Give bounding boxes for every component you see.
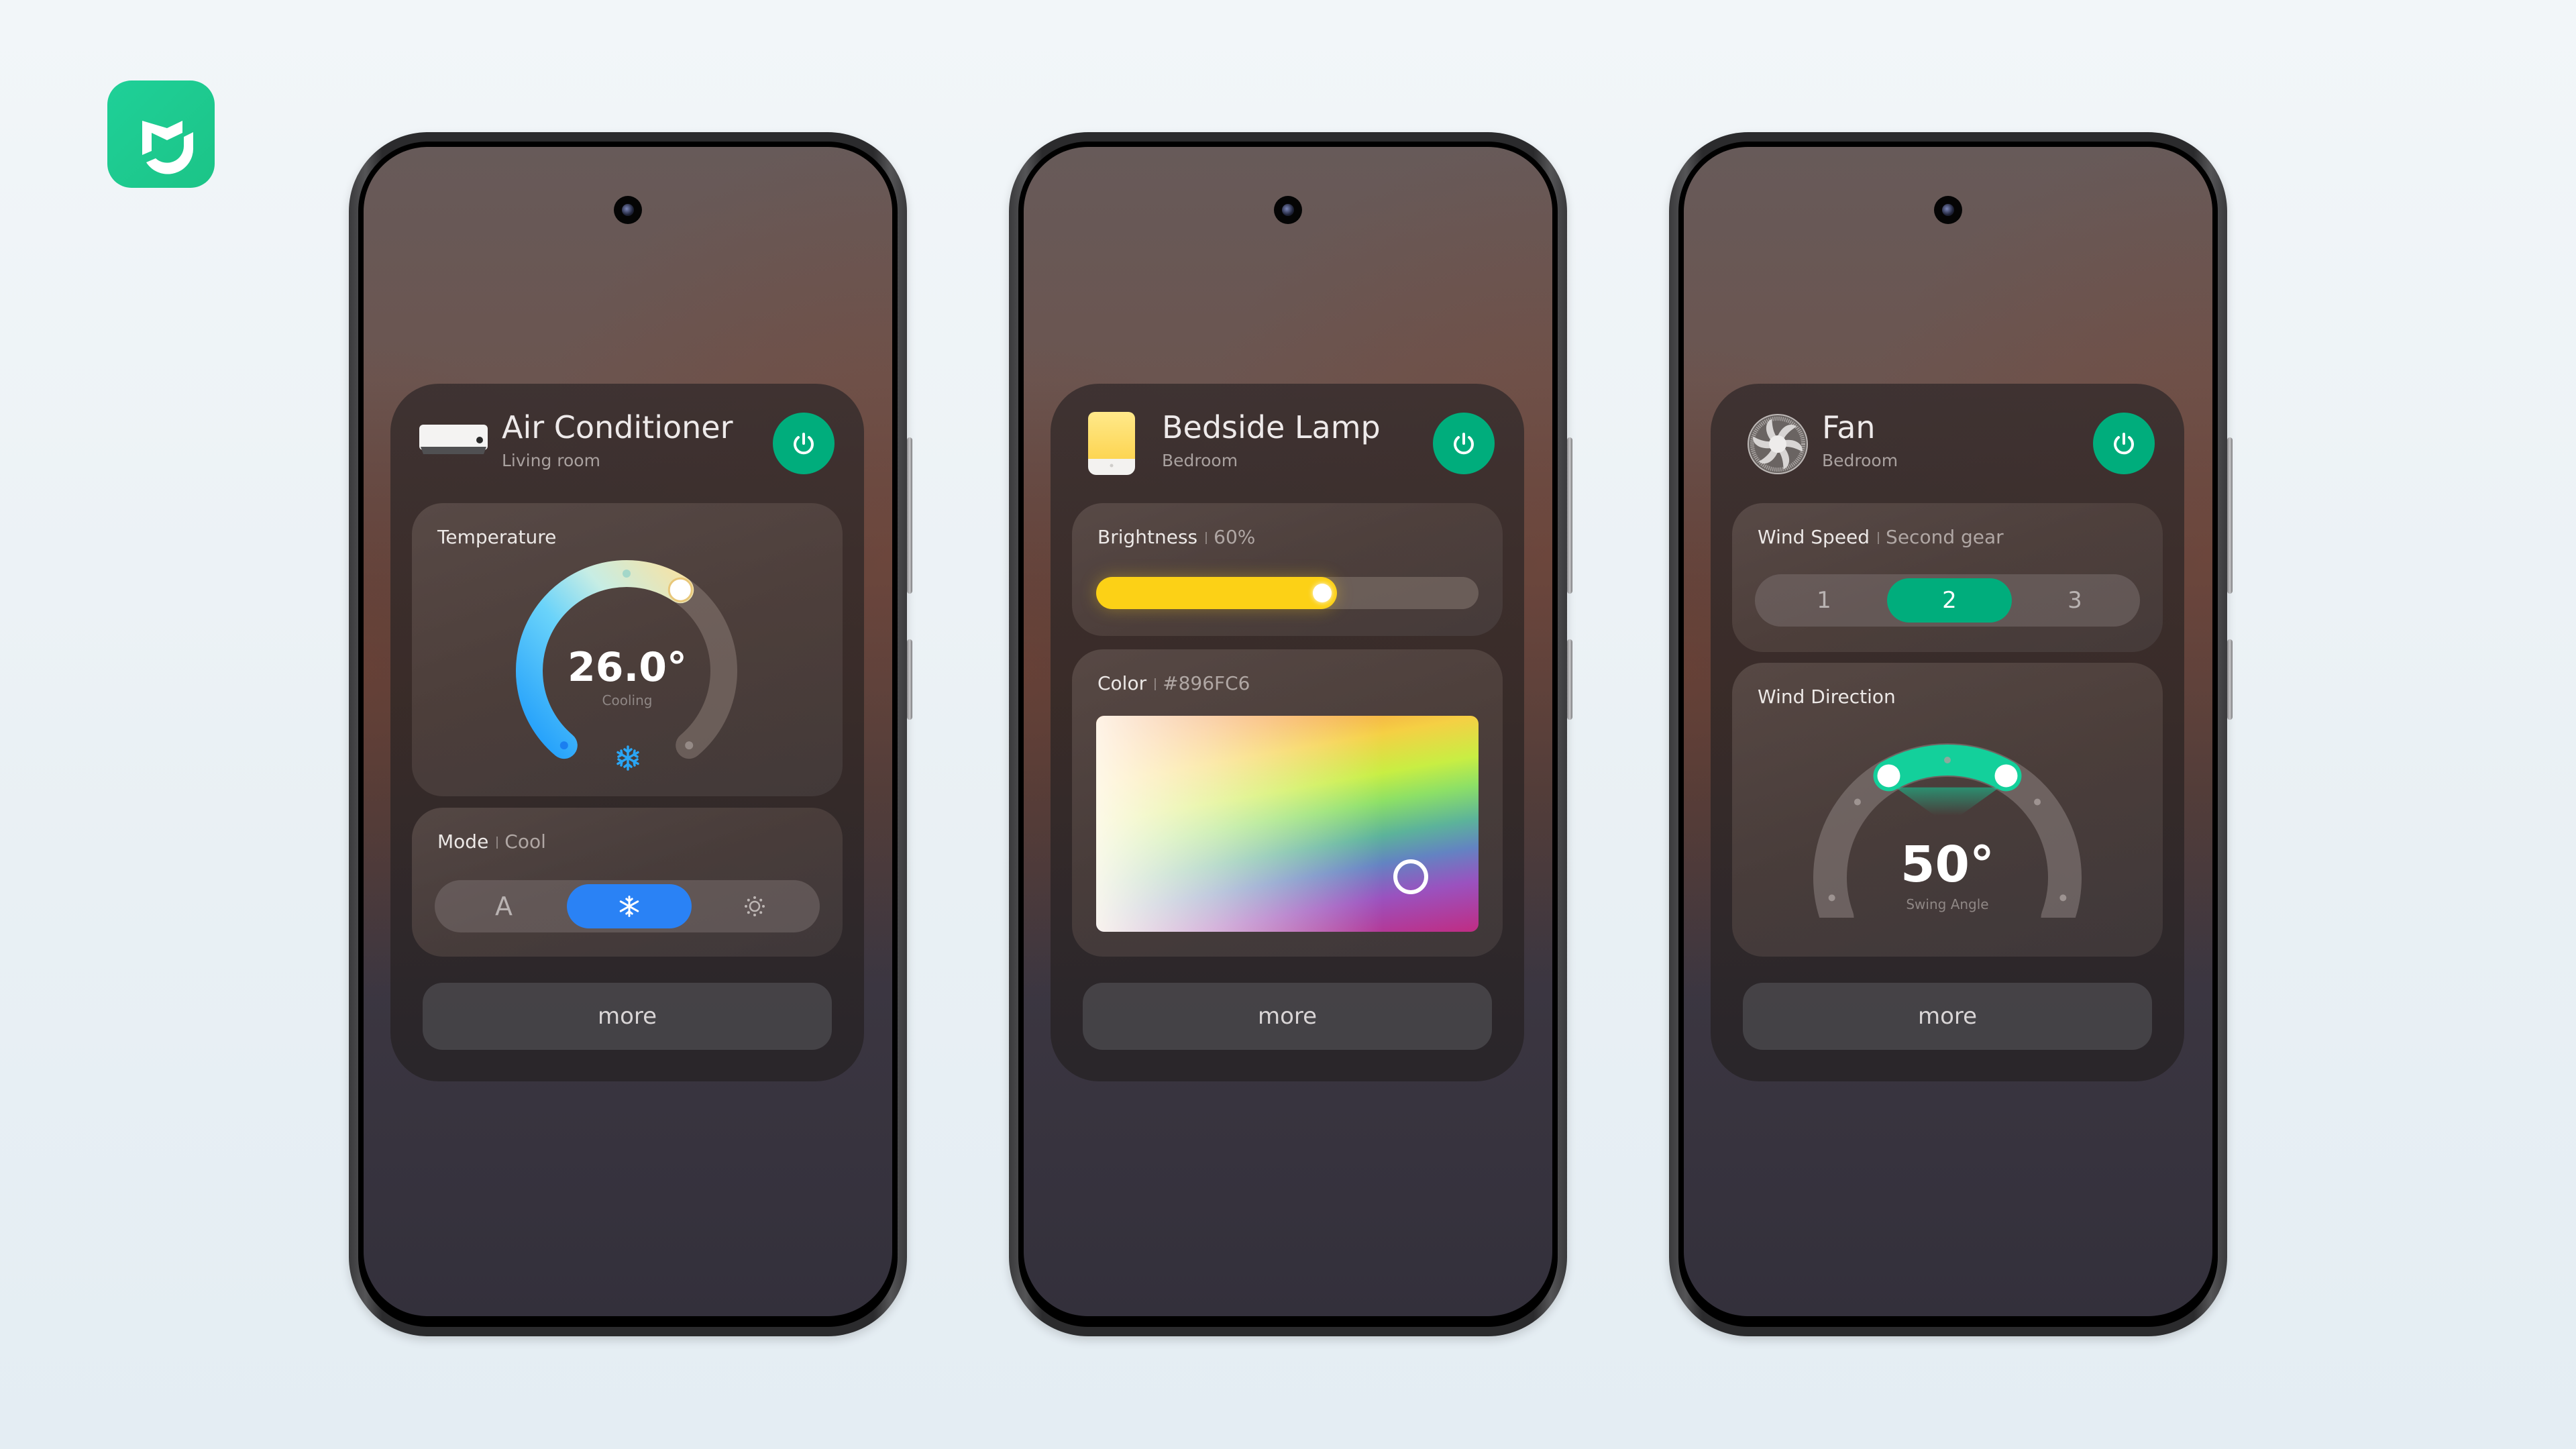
snowflake-icon: [616, 745, 639, 771]
mode-title: Mode: [437, 830, 489, 853]
device-title: Fan: [1822, 409, 1876, 445]
wind-speed-option-1[interactable]: 1: [1762, 578, 1886, 623]
volume-button: [2227, 437, 2233, 594]
air-conditioner-icon: [419, 425, 488, 454]
mode-label: Mode Cool: [437, 830, 546, 853]
brightness-thumb[interactable]: [1313, 584, 1332, 602]
power-icon: [1454, 433, 1474, 455]
color-panel: Color #896FC6: [1072, 649, 1503, 957]
color-title: Color: [1097, 672, 1147, 694]
fan-icon: [1748, 414, 1808, 474]
auto-icon: A: [495, 892, 513, 921]
wind-speed-label: Wind Speed Second gear: [1758, 526, 2004, 548]
front-camera: [614, 196, 642, 224]
temperature-min-dot: [559, 741, 568, 750]
label-separator: [496, 837, 498, 849]
wind-speed-value: Second gear: [1886, 526, 2004, 548]
power-button[interactable]: [1433, 413, 1495, 474]
phone-screen: Fan Bedroom Wind Speed Second gear 1 2 3…: [1684, 147, 2212, 1316]
card-header: Air Conditioner Living room: [390, 384, 864, 503]
wind-direction-label: Wind Direction: [1758, 686, 1896, 708]
mode-option-heat[interactable]: [692, 884, 817, 928]
mode-value: Cool: [504, 830, 546, 853]
device-room: Bedroom: [1822, 451, 1898, 470]
lamp-icon: [1088, 412, 1135, 475]
mi-home-logo: [107, 80, 215, 188]
temperature-thumb[interactable]: [667, 577, 693, 602]
wind-speed-option-2[interactable]: 2: [1887, 578, 2012, 623]
phone-screen: Air Conditioner Living room Temperature: [364, 147, 892, 1316]
card-header: Fan Bedroom: [1711, 384, 2184, 503]
direction-tick: [2034, 798, 2041, 806]
color-picker[interactable]: [1096, 716, 1479, 932]
temperature-status: Cooling: [602, 692, 653, 708]
power-button[interactable]: [2093, 413, 2155, 474]
volume-button: [907, 437, 912, 594]
card-header: Bedside Lamp Bedroom: [1051, 384, 1524, 503]
color-label: Color #896FC6: [1097, 672, 1250, 694]
wind-speed-option-3[interactable]: 3: [2012, 578, 2137, 623]
swing-cone: [1895, 787, 2000, 816]
label-separator: [1878, 532, 1880, 544]
power-side-button: [1567, 639, 1572, 720]
temperature-panel: Temperature 26.0° Cooling: [412, 503, 843, 796]
device-card-air-conditioner: Air Conditioner Living room Temperature: [390, 384, 864, 1081]
mode-option-cool[interactable]: [567, 884, 692, 928]
device-title: Air Conditioner: [502, 409, 733, 445]
power-side-button: [2227, 639, 2233, 720]
direction-tick: [1944, 757, 1951, 763]
phone-screen: Bedside Lamp Bedroom Brightness 60% Colo…: [1024, 147, 1552, 1316]
mi-home-logo-icon: [142, 121, 194, 174]
power-side-button: [907, 639, 912, 720]
label-separator: [1205, 532, 1208, 544]
swing-angle-value: 50°: [1900, 836, 1994, 894]
power-icon: [2114, 433, 2134, 455]
color-value: #896FC6: [1163, 672, 1250, 694]
color-saturation-overlay: [1096, 716, 1479, 932]
wind-direction-panel: Wind Direction 50° Swing Angle: [1732, 663, 2163, 957]
brightness-title: Brightness: [1097, 526, 1198, 548]
swing-right-thumb[interactable]: [1994, 764, 2018, 788]
mode-selector: A: [435, 880, 820, 932]
device-room: Bedroom: [1162, 451, 1238, 470]
wind-speed-panel: Wind Speed Second gear 1 2 3: [1732, 503, 2163, 652]
wind-speed-title: Wind Speed: [1758, 526, 1870, 548]
temperature-mid-dot: [623, 570, 631, 578]
volume-button: [1567, 437, 1572, 594]
front-camera: [1934, 196, 1962, 224]
direction-tick: [1854, 798, 1861, 806]
wind-speed-selector: 1 2 3: [1755, 574, 2140, 627]
color-thumb[interactable]: [1393, 859, 1428, 894]
brightness-value: 60%: [1214, 526, 1256, 548]
more-button[interactable]: more: [423, 983, 832, 1050]
front-camera: [1274, 196, 1302, 224]
sun-icon: [745, 896, 765, 916]
phone-fan: Fan Bedroom Wind Speed Second gear 1 2 3…: [1669, 132, 2233, 1336]
snowflake-icon: [619, 896, 639, 917]
swing-angle-caption: Swing Angle: [1906, 896, 1989, 912]
more-button[interactable]: more: [1743, 983, 2152, 1050]
mode-panel: Mode Cool A: [412, 808, 843, 957]
device-room: Living room: [502, 451, 600, 470]
swing-left-thumb[interactable]: [1877, 764, 1900, 788]
phone-bedside-lamp: Bedside Lamp Bedroom Brightness 60% Colo…: [1009, 132, 1572, 1336]
brightness-label: Brightness 60%: [1097, 526, 1255, 548]
device-title: Bedside Lamp: [1162, 409, 1381, 445]
more-button[interactable]: more: [1083, 983, 1492, 1050]
temperature-max-dot: [685, 741, 694, 750]
mode-option-auto[interactable]: A: [441, 884, 566, 928]
power-icon: [794, 433, 814, 455]
temperature-value: 26.0°: [567, 644, 688, 691]
brightness-slider[interactable]: [1096, 577, 1479, 609]
phone-air-conditioner: Air Conditioner Living room Temperature: [349, 132, 912, 1336]
label-separator: [1155, 678, 1157, 690]
brightness-fill: [1096, 577, 1338, 609]
device-card-bedside-lamp: Bedside Lamp Bedroom Brightness 60% Colo…: [1051, 384, 1524, 1081]
power-button[interactable]: [773, 413, 835, 474]
brightness-panel: Brightness 60%: [1072, 503, 1503, 636]
temperature-label: Temperature: [437, 526, 557, 548]
device-card-fan: Fan Bedroom Wind Speed Second gear 1 2 3…: [1711, 384, 2184, 1081]
